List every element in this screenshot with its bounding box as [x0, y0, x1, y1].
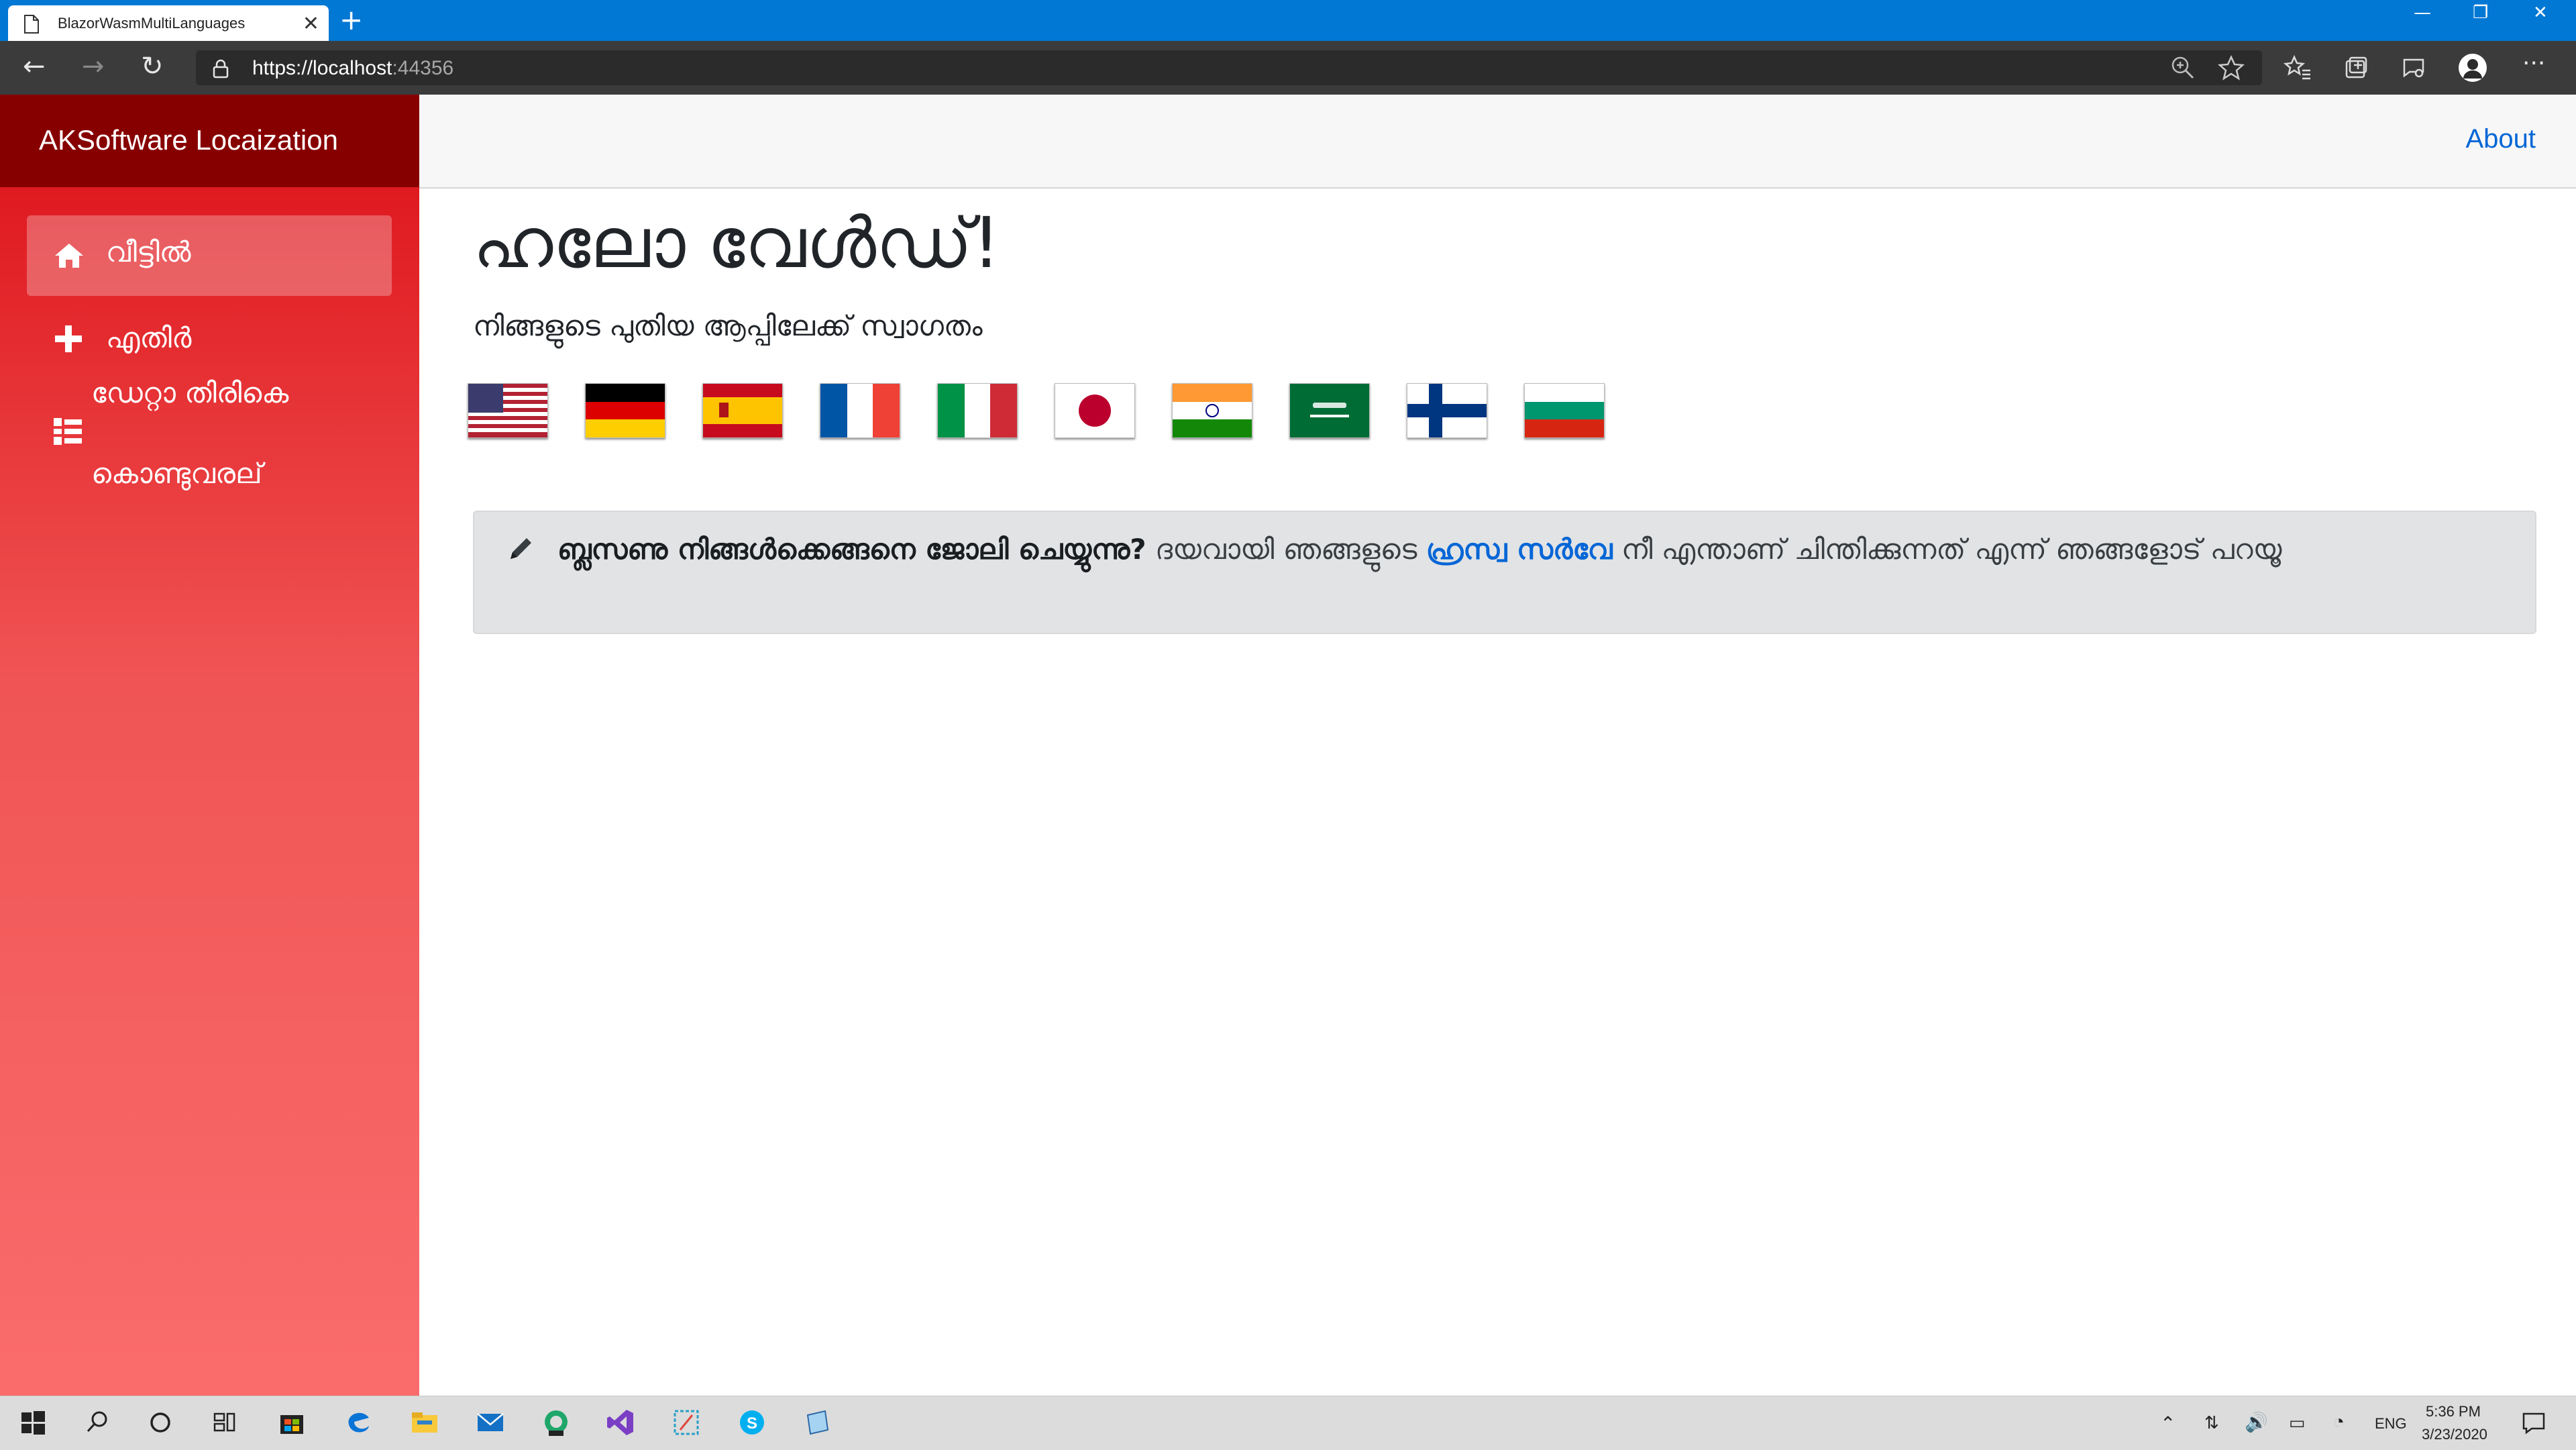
main-content: ഹലോ വേൾഡ്! നിങ്ങളുടെ പുതിയ ആപ്പിലേക്ക് സ…	[419, 189, 2576, 1396]
notepad-icon[interactable]	[801, 1406, 835, 1439]
sidebar-item-label-line2: കൊണ്ടുവരല്	[91, 457, 262, 490]
language-flags	[468, 383, 2078, 444]
url-text: https://localhost:44356	[252, 57, 454, 79]
survey-alert-text: ബ്ലസണു നിങ്ങൾക്കെങ്ങനെ ജോലി ചെയ്യുന്നു? …	[506, 529, 2385, 570]
back-icon[interactable]: ←	[23, 52, 46, 81]
more-menu-icon[interactable]: ···	[2522, 49, 2545, 79]
sidebar-item-fetch-data[interactable]: ഡേറ്റാ തിരികെ കൊണ്ടുവരല്	[27, 376, 392, 504]
list-icon	[54, 418, 82, 445]
top-row: About	[419, 95, 2576, 189]
minimize-icon[interactable]: —	[2414, 3, 2431, 23]
survey-alert: ബ്ലസണു നിങ്ങൾക്കെങ്ങനെ ജോലി ചെയ്യുന്നു? …	[473, 511, 2536, 634]
flag-fr-button[interactable]	[820, 383, 900, 438]
new-tab-icon[interactable]: +	[339, 5, 363, 35]
sidebar-item-counter[interactable]: എതിർ	[27, 316, 392, 370]
survey-link[interactable]: ഹ്രസ്വ സർവേ	[1426, 533, 1613, 566]
action-center-icon[interactable]	[2517, 1406, 2551, 1439]
feedback-icon[interactable]	[2399, 53, 2428, 83]
browser-titlebar: BlazorWasmMultiLanguages ✕ + — ❐ ✕	[0, 0, 2576, 41]
cortana-icon[interactable]	[144, 1406, 177, 1439]
skype-icon[interactable]: S	[735, 1406, 769, 1439]
sidebar: AKSoftware Locaization വീട്ടിൽ എതിർ ഡേറ്…	[0, 95, 419, 1396]
flag-in-button[interactable]	[1172, 383, 1252, 438]
flag-fi-button[interactable]	[1407, 383, 1487, 438]
search-icon[interactable]	[80, 1406, 114, 1439]
flag-de-button[interactable]	[585, 383, 665, 438]
flag-bg-button[interactable]	[1524, 383, 1605, 438]
forward-icon[interactable]: →	[82, 52, 105, 81]
flag-us-button[interactable]	[468, 383, 548, 438]
window-close-icon[interactable]: ✕	[2533, 3, 2548, 23]
store-icon[interactable]	[275, 1406, 309, 1439]
flag-jp-button[interactable]	[1055, 383, 1135, 438]
alert-text-before: ദയവായി ഞങ്ങളുടെ	[1155, 533, 1417, 566]
browser-toolbar: ← → ↻ https://localhost:44356 ···	[0, 41, 2576, 95]
about-link[interactable]: About	[2465, 124, 2536, 154]
battery-icon[interactable]: ▭	[2289, 1412, 2306, 1433]
language-indicator[interactable]: ENG	[2375, 1415, 2407, 1433]
refresh-icon[interactable]: ↻	[141, 52, 164, 81]
address-bar[interactable]: https://localhost:44356	[196, 50, 2262, 85]
windows-taskbar: S ⌃ ⇅ 🔊 ▭ ◔ ENG 5:36 PM 3/23/2020	[0, 1396, 2576, 1450]
flag-sa-button[interactable]	[1289, 383, 1370, 438]
sidebar-item-label: ഡേറ്റാ തിരികെ	[91, 376, 289, 409]
flag-es-button[interactable]	[702, 383, 783, 438]
file-explorer-icon[interactable]	[408, 1406, 441, 1439]
collections-icon[interactable]	[2341, 53, 2371, 83]
sidebar-item-label: വീട്ടിൽ	[106, 236, 191, 268]
sidebar-item-home[interactable]: വീട്ടിൽ	[27, 215, 392, 296]
page-icon	[24, 15, 39, 34]
visual-studio-icon[interactable]	[604, 1406, 637, 1439]
profile-avatar-icon[interactable]	[2458, 53, 2487, 83]
lock-icon	[213, 59, 229, 79]
brand-bar: AKSoftware Locaization	[0, 95, 419, 187]
page-title: ഹലോ വേൾഡ്!	[473, 202, 1001, 284]
sidebar-item-label: എതിർ	[106, 321, 192, 354]
edge-beta-icon[interactable]	[539, 1406, 573, 1439]
home-icon	[55, 244, 83, 268]
browser-tab[interactable]: BlazorWasmMultiLanguages ✕	[8, 5, 329, 41]
plus-icon	[55, 325, 82, 352]
page-subtitle: നിങ്ങളുടെ പുതിയ ആപ്പിലേക്ക് സ്വാഗതം	[473, 309, 983, 342]
favorites-list-icon[interactable]	[2284, 53, 2313, 83]
restore-icon[interactable]: ❐	[2473, 3, 2488, 23]
volume-icon[interactable]: 🔊	[2245, 1411, 2268, 1433]
snip-tool-icon[interactable]	[669, 1406, 703, 1439]
flag-it-button[interactable]	[937, 383, 1018, 438]
mail-icon[interactable]	[474, 1406, 507, 1439]
show-hidden-icons-icon[interactable]: ⌃	[2160, 1412, 2176, 1435]
clock-date[interactable]: 3/23/2020	[2422, 1426, 2487, 1443]
favorite-star-icon[interactable]	[2216, 53, 2246, 83]
close-tab-icon[interactable]: ✕	[303, 12, 319, 36]
edge-legacy-icon[interactable]	[342, 1406, 376, 1439]
network-activity-icon[interactable]: ⇅	[2204, 1412, 2219, 1433]
wifi-icon[interactable]: ◔	[2333, 1411, 2345, 1433]
windows-start-icon[interactable]	[16, 1406, 50, 1439]
zoom-icon[interactable]	[2168, 53, 2198, 83]
task-view-icon[interactable]	[208, 1406, 241, 1439]
brand-title[interactable]: AKSoftware Locaization	[39, 124, 338, 156]
tab-title: BlazorWasmMultiLanguages	[58, 15, 246, 32]
clock-time[interactable]: 5:36 PM	[2426, 1403, 2481, 1420]
alert-heading: ബ്ലസണു നിങ്ങൾക്കെങ്ങനെ ജോലി ചെയ്യുന്നു?	[557, 533, 1146, 566]
svg-text:S: S	[747, 1414, 757, 1433]
alert-text-after: നീ എന്താണ് ചിന്തിക്കുന്നത് എന്ന് ഞങ്ങളോട…	[1621, 533, 2282, 566]
